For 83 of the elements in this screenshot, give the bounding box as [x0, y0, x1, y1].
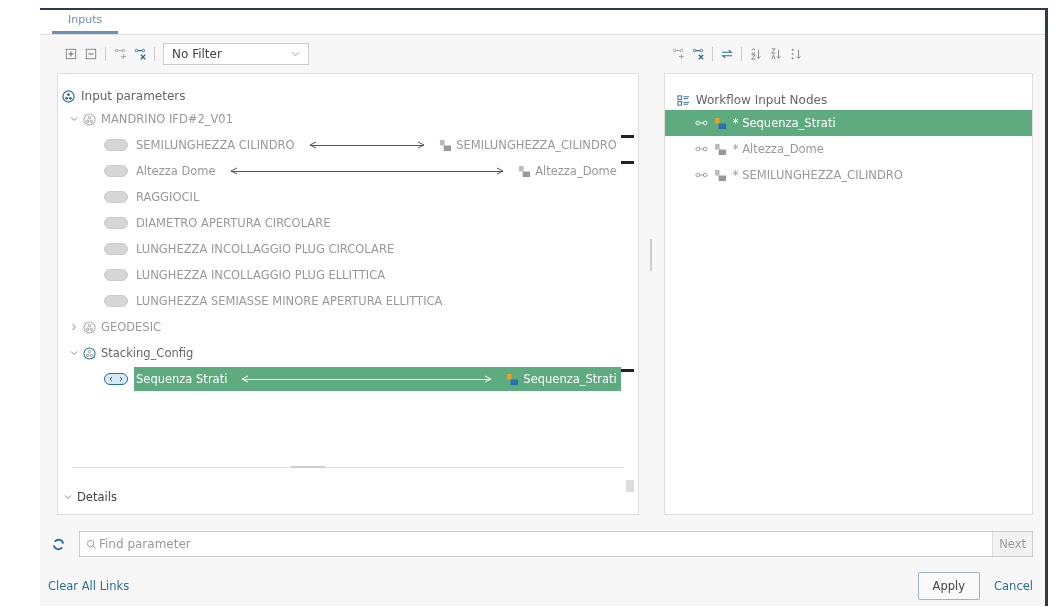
list-icon	[676, 93, 690, 107]
expand-all-icon[interactable]	[65, 48, 77, 60]
parameter-row[interactable]: Altezza Dome Altezza_Dome	[134, 159, 621, 183]
parameter-label: RAGGIOCIL	[136, 190, 200, 204]
node-icon	[713, 142, 727, 156]
clear-all-links-link[interactable]: Clear All Links	[46, 577, 132, 595]
link-icon	[694, 119, 708, 127]
parameter-icon	[104, 191, 128, 203]
parameter-label: LUNGHEZZA INCOLLAGGIO PLUG ELLITTICA	[136, 268, 386, 282]
link-target-label: SEMILUNGHEZZA_CILINDRO	[456, 138, 617, 152]
sort-ascending-icon[interactable]	[749, 48, 762, 60]
add-link-icon[interactable]	[114, 48, 126, 60]
apply-button[interactable]: Apply	[917, 572, 981, 600]
node-icon	[713, 168, 727, 182]
link-marker	[620, 161, 634, 164]
node-icon	[713, 116, 727, 130]
parameter-label: LUNGHEZZA SEMIASSE MINORE APERTURA ELLITTICA	[136, 294, 443, 308]
parameter-icon	[104, 243, 128, 255]
parameter-row[interactable]: SEMILUNGHEZZA CILINDRO SEMILUNGHEZZA_CILINDRO	[134, 133, 621, 157]
node-icon	[506, 372, 520, 386]
parameter-row[interactable]: LUNGHEZZA INCOLLAGGIO PLUG ELLITTICA	[134, 263, 634, 287]
parameter-label: DIAMETRO APERTURA CIRCOLARE	[136, 216, 331, 230]
parameter-icon	[104, 165, 128, 177]
chevron-down-icon[interactable]	[70, 115, 78, 123]
remove-link-icon[interactable]	[134, 48, 146, 60]
chevron-down-icon	[291, 51, 300, 57]
parameter-group-icon	[83, 320, 96, 334]
filter-dropdown[interactable]: No Filter	[163, 43, 309, 65]
tree-root-label: Input parameters	[81, 89, 186, 103]
link-marker	[620, 369, 634, 372]
swap-icon[interactable]	[720, 48, 733, 60]
chevron-down-icon[interactable]	[64, 493, 72, 501]
splitter-handle[interactable]	[650, 239, 653, 271]
node-icon	[518, 164, 532, 178]
parameter-icon	[104, 217, 128, 229]
details-label[interactable]: Details	[77, 490, 117, 504]
cancel-button[interactable]: Cancel	[992, 577, 1035, 595]
workflow-node-row[interactable]: * Sequenza_Strati	[664, 110, 1032, 136]
link-icon	[694, 145, 708, 153]
tree-group-label[interactable]: MANDRINO IFD#2_V01	[101, 112, 233, 126]
next-button[interactable]: Next	[992, 532, 1032, 556]
inputs-tab[interactable]: Inputs	[52, 9, 119, 34]
add-link-icon[interactable]	[671, 48, 684, 60]
parameter-group-icon	[83, 346, 96, 360]
workflow-node-label: * Sequenza_Strati	[732, 116, 836, 130]
splitter-handle[interactable]	[290, 466, 325, 468]
parameter-label: SEMILUNGHEZZA CILINDRO	[136, 138, 295, 152]
parameter-row[interactable]: DIAMETRO APERTURA CIRCOLARE	[134, 211, 634, 235]
workflow-title: Workflow Input Nodes	[695, 93, 828, 107]
parameter-row[interactable]: RAGGIOCIL	[134, 185, 634, 209]
tree-group-label[interactable]: GEODESIC	[101, 320, 162, 334]
parameter-group-icon	[83, 112, 96, 126]
parameter-icon	[104, 139, 128, 151]
parameter-label: LUNGHEZZA INCOLLAGGIO PLUG CIRCOLARE	[136, 242, 395, 256]
link-target-label: Altezza_Dome	[535, 164, 617, 178]
scrollbar-thumb[interactable]	[625, 480, 634, 492]
parameter-row[interactable]: Sequenza Strati Sequenza_Strati	[134, 367, 621, 391]
link-target-label: Sequenza_Strati	[523, 372, 617, 386]
link-icon	[694, 171, 708, 179]
parameter-icon	[104, 295, 128, 307]
refresh-icon[interactable]	[52, 537, 65, 551]
workflow-node-label: * Altezza_Dome	[732, 142, 824, 156]
workflow-node-row[interactable]: * Altezza_Dome	[664, 136, 1032, 162]
sort-order-icon[interactable]	[789, 48, 802, 60]
link-marker	[620, 135, 634, 138]
parameter-icon	[104, 373, 128, 385]
node-icon	[439, 138, 453, 152]
chevron-right-icon[interactable]	[70, 323, 78, 331]
parameter-icon	[104, 269, 128, 281]
parameter-row[interactable]: LUNGHEZZA INCOLLAGGIO PLUG CIRCOLARE	[134, 237, 634, 261]
collapse-all-icon[interactable]	[85, 48, 97, 60]
search-icon	[86, 538, 97, 550]
workflow-node-label: * SEMILUNGHEZZA_CILINDRO	[732, 168, 903, 182]
parameter-label: Altezza Dome	[136, 164, 216, 178]
workflow-node-row[interactable]: * SEMILUNGHEZZA_CILINDRO	[664, 162, 1032, 188]
chevron-down-icon[interactable]	[70, 349, 78, 357]
sort-descending-icon[interactable]	[769, 48, 782, 60]
parameter-row[interactable]: LUNGHEZZA SEMIASSE MINORE APERTURA ELLITTICA	[134, 289, 634, 313]
tree-group-label[interactable]: Stacking_Config	[101, 346, 194, 360]
search-field[interactable]: Find parameter Next	[79, 531, 1033, 557]
parameter-label: Sequenza Strati	[136, 372, 228, 386]
remove-link-icon[interactable]	[691, 48, 704, 60]
parameter-group-icon	[62, 89, 75, 103]
